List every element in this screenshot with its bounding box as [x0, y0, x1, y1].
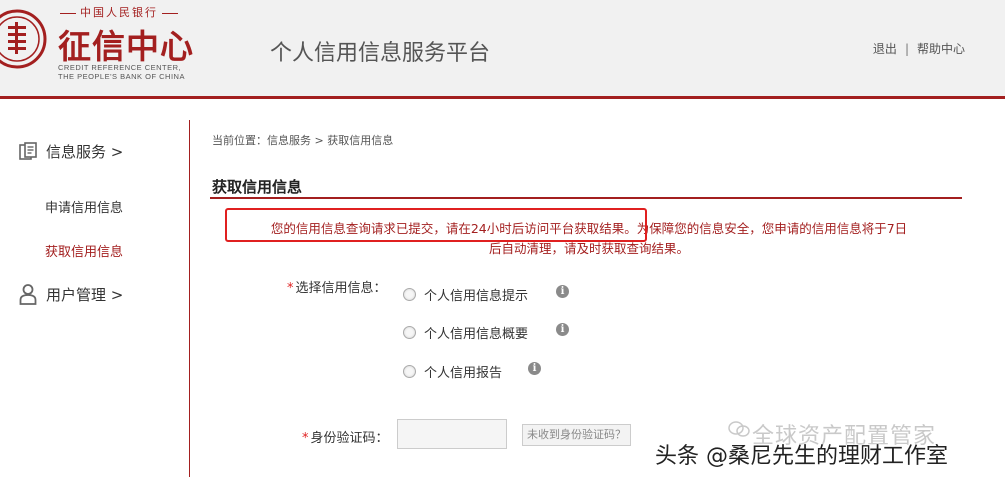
wechat-icon: [728, 421, 750, 437]
logo-seal-icon: [0, 9, 47, 69]
sidebar-group-info-services[interactable]: 信息服务 >: [18, 141, 123, 162]
info-icon[interactable]: i: [528, 362, 541, 375]
radio-button[interactable]: [403, 326, 416, 339]
logo-english-line2: THE PEOPLE'S BANK OF CHINA: [58, 72, 185, 81]
required-marker: *: [287, 281, 294, 296]
link-separator: |: [904, 42, 909, 56]
notice-line-2: 后自动清理，请及时获取查询结果。: [488, 241, 689, 256]
breadcrumb: 当前位置：信息服务 > 获取信用信息: [212, 134, 394, 147]
radio-button[interactable]: [403, 288, 416, 301]
sidebar-item-get-credit-info[interactable]: 获取信用信息: [45, 241, 123, 260]
logo-english-line1: CREDIT REFERENCE CENTER,: [58, 63, 182, 72]
logout-link[interactable]: 退出: [873, 42, 897, 56]
title-divider: [210, 197, 962, 199]
verification-code-label: * 身份验证码：: [302, 427, 389, 446]
option-label: 个人信用信息概要: [424, 327, 529, 342]
sidebar-group-label: 信息服务 >: [46, 143, 124, 161]
sidebar-item-apply-credit-info[interactable]: 申请信用信息: [45, 197, 123, 216]
verification-code-input[interactable]: [397, 419, 507, 449]
page-title: 获取信用信息: [212, 178, 303, 196]
option-credit-info-summary[interactable]: 个人信用信息概要: [403, 323, 528, 342]
option-label: 个人信用报告: [424, 366, 503, 381]
header-links: 退出 | 帮助中心: [873, 40, 965, 57]
watermark-source: 头条 @桑尼先生的理财工作室: [655, 444, 948, 469]
logo-english: CREDIT REFERENCE CENTER, THE PEOPLE'S BA…: [58, 63, 185, 81]
header-bar: 中国人民银行 征信中心 CREDIT REFERENCE CENTER, THE…: [0, 0, 1005, 99]
platform-title: 个人信用信息服务平台: [270, 41, 491, 66]
option-credit-info-alert[interactable]: 个人信用信息提示: [403, 285, 528, 304]
select-credit-info-label: * 选择信用信息：: [287, 277, 387, 296]
document-icon: [19, 141, 37, 160]
verification-code-label-text: 身份验证码：: [310, 431, 389, 446]
required-marker: *: [302, 431, 309, 446]
user-icon: [19, 284, 37, 305]
highlight-annotation: [225, 208, 647, 242]
option-label: 个人信用信息提示: [424, 289, 529, 304]
info-icon[interactable]: i: [556, 285, 569, 298]
info-icon[interactable]: i: [556, 323, 569, 336]
sidebar-divider: [189, 120, 190, 477]
option-credit-report[interactable]: 个人信用报告: [403, 362, 502, 381]
logo-org-name: 中国人民银行: [56, 4, 182, 20]
logo-title: 征信中心: [58, 27, 194, 66]
select-credit-info-label-text: 选择信用信息：: [295, 281, 387, 296]
code-not-received-button[interactable]: 未收到身份验证码？: [522, 424, 631, 446]
sidebar-group-label: 用户管理 >: [46, 285, 124, 304]
sidebar-group-user-management[interactable]: 用户管理 >: [18, 283, 123, 305]
help-center-link[interactable]: 帮助中心: [917, 42, 965, 56]
radio-button[interactable]: [403, 365, 416, 378]
